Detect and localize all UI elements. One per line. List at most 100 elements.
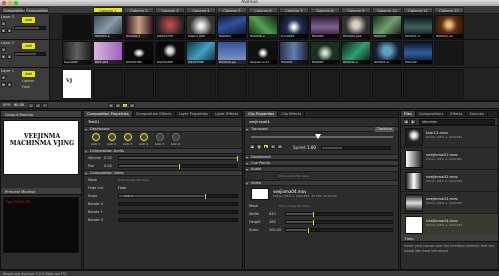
column-header[interactable]: Column 5 xyxy=(217,7,247,13)
tab-layer-effects[interactable]: Layer Effects xyxy=(212,111,243,117)
column-header[interactable]: Column 2 xyxy=(124,7,154,13)
clip-thumbnail[interactable]: Hb0012-ue xyxy=(434,15,464,39)
file-item[interactable]: veejinma01.mov Motion JPEG A, 640x480 xyxy=(401,148,498,170)
layer-bypass-button[interactable]: B xyxy=(1,82,6,87)
link-knob[interactable] xyxy=(156,133,164,141)
link-knob[interactable] xyxy=(172,133,180,141)
forward-button[interactable]: ▶ xyxy=(410,119,416,124)
clip-thumbnail[interactable]: Sliemo 002 xyxy=(186,15,216,39)
clip-slot-empty[interactable] xyxy=(341,69,371,99)
clip-thumbnail[interactable]: tsecs003 xyxy=(62,41,92,65)
tab-clip-properties[interactable]: Clip Properties xyxy=(245,111,279,117)
speed-slider[interactable] xyxy=(321,146,391,150)
composition-name[interactable]: Test01 xyxy=(84,118,242,126)
clip-height-value[interactable]: 480 xyxy=(269,218,276,226)
clip-thumbnail[interactable]: tron0001 xyxy=(279,15,309,39)
rotate-z-slider[interactable] xyxy=(118,218,238,222)
clip-thumbnail[interactable]: Hb0016-pe xyxy=(217,41,247,65)
tab-files[interactable]: Files xyxy=(401,111,416,117)
volume-value[interactable]: 0.00 xyxy=(104,154,112,162)
clip-slot-empty[interactable] xyxy=(217,69,247,99)
clip-thumbnail[interactable]: Hb0002-pe2 xyxy=(341,15,371,39)
layer-bypass-button[interactable]: B xyxy=(1,54,6,59)
layer-clear-button[interactable]: X xyxy=(1,47,6,52)
layer-solo-button[interactable]: S xyxy=(7,82,12,87)
column-header[interactable]: Column 10 xyxy=(372,7,402,13)
playhead-track[interactable] xyxy=(251,136,393,138)
clip-slot-empty[interactable] xyxy=(434,41,464,65)
fade-out-mode[interactable]: Fade xyxy=(118,184,126,192)
clip-scale-value[interactable]: 100.00 xyxy=(269,226,281,234)
clip-slot-empty[interactable] xyxy=(372,69,402,99)
link-knob[interactable] xyxy=(140,133,148,141)
file-item[interactable]: veejinma02.mov Motion JPEG A, 640x480 xyxy=(401,170,498,192)
layer-blend-mode[interactable]: Lighten xyxy=(22,79,34,83)
tab-compositions[interactable]: Compositions xyxy=(416,111,448,117)
page-button[interactable]: 2 xyxy=(115,103,121,108)
link-knob[interactable] xyxy=(92,133,100,141)
clip-thumbnail[interactable]: Hb0001-f xyxy=(124,15,154,39)
page-button[interactable]: 4 xyxy=(129,103,135,108)
back-button[interactable]: ◀ xyxy=(403,119,409,124)
clip-thumbnail[interactable]: Hb0031 xyxy=(279,41,309,65)
column-header[interactable]: Column 7 xyxy=(279,7,309,13)
playhead-marker[interactable] xyxy=(315,134,321,139)
file-item[interactable]: veejinma03.mov Motion JPEG A, 640x480 xyxy=(401,192,498,214)
pan-slider[interactable] xyxy=(118,164,238,169)
add-layer-button[interactable]: Add xyxy=(22,17,35,23)
tab-composition-properties[interactable]: Composition Properties xyxy=(84,111,133,117)
zoom-window-button[interactable] xyxy=(14,1,18,5)
clip-thumbnail[interactable]: Hb0009 xyxy=(372,15,402,39)
clip-slot-empty[interactable] xyxy=(434,69,464,99)
comp-effects-tab[interactable]: Composition Effects xyxy=(25,7,49,19)
clip-slot-empty[interactable] xyxy=(62,15,92,39)
clip-slot-empty[interactable] xyxy=(93,69,123,99)
rotate-x-slider[interactable] xyxy=(118,202,238,206)
clip-height-slider[interactable] xyxy=(285,220,393,225)
page-button[interactable]: 1 xyxy=(108,103,114,108)
column-header[interactable]: Column 4 xyxy=(186,7,216,13)
file-item[interactable]: tom13.mov Motion JPEG A, 640x480 xyxy=(401,126,498,148)
clip-slot-empty[interactable] xyxy=(155,69,185,99)
tab-clip-effects[interactable]: Clip Effects xyxy=(278,111,306,117)
close-window-button[interactable] xyxy=(2,1,6,5)
speed-value[interactable]: 1.00 xyxy=(307,145,316,150)
layer-opacity-slider[interactable] xyxy=(14,26,46,30)
clip-mask-drop-hint[interactable]: Drop image file here xyxy=(279,202,310,210)
clip-thumbnail[interactable]: DSV0416P xyxy=(124,41,154,65)
clip-thumbnail[interactable]: Sequence 11 xyxy=(248,41,278,65)
pan-value[interactable]: 0.00 xyxy=(104,162,112,170)
mask-drop-hint[interactable]: Drop image file here xyxy=(118,176,149,184)
tab-composition-effects[interactable]: Composition Effects xyxy=(133,111,176,117)
bpm-increase-button[interactable]: + xyxy=(35,103,41,108)
tab-sources[interactable]: Sources xyxy=(466,111,488,117)
column-header[interactable]: Column 1 xyxy=(93,7,123,13)
rotate-y-slider[interactable] xyxy=(118,210,238,214)
clip-thumbnail[interactable]: Hb0031-a xyxy=(341,41,371,65)
column-header[interactable]: Column 8 xyxy=(310,7,340,13)
clip-name[interactable]: veejinma04 xyxy=(245,118,398,126)
tab-effects[interactable]: Effects xyxy=(447,111,467,117)
play-forward-button[interactable]: ▶ xyxy=(263,144,269,149)
loop-button[interactable]: ↻ xyxy=(270,144,276,149)
volume-slider[interactable] xyxy=(118,156,238,161)
clip-slot-empty[interactable] xyxy=(403,69,433,99)
column-header[interactable]: Column 11 xyxy=(403,7,433,13)
clip-thumbnail[interactable]: Hb0011-e xyxy=(372,41,402,65)
clip-thumbnail[interactable]: Hb0142 xyxy=(403,41,433,65)
column-header[interactable]: Column 12 xyxy=(434,7,464,13)
bpm-tap-button[interactable]: · xyxy=(42,103,48,108)
clip-width-value[interactable]: 640 xyxy=(269,210,276,218)
play-backward-button[interactable]: ◀ xyxy=(249,144,255,149)
tab-layer-properties[interactable]: Layer Properties xyxy=(176,111,212,117)
folder-select[interactable]: Volumes xyxy=(419,119,495,125)
bpm-value[interactable]: 60.00 xyxy=(14,102,24,109)
layer-solo-button[interactable]: S xyxy=(7,28,12,33)
clip-thumbnail[interactable]: Hb0003-e xyxy=(93,15,123,39)
add-layer-button[interactable]: Add xyxy=(22,71,35,77)
layer-bypass-button[interactable]: B xyxy=(1,28,6,33)
link-knob[interactable] xyxy=(124,133,132,141)
scale-slider[interactable] xyxy=(118,194,238,199)
clip-slot-empty[interactable] xyxy=(124,69,154,99)
bpm-decrease-button[interactable]: − xyxy=(28,103,34,108)
